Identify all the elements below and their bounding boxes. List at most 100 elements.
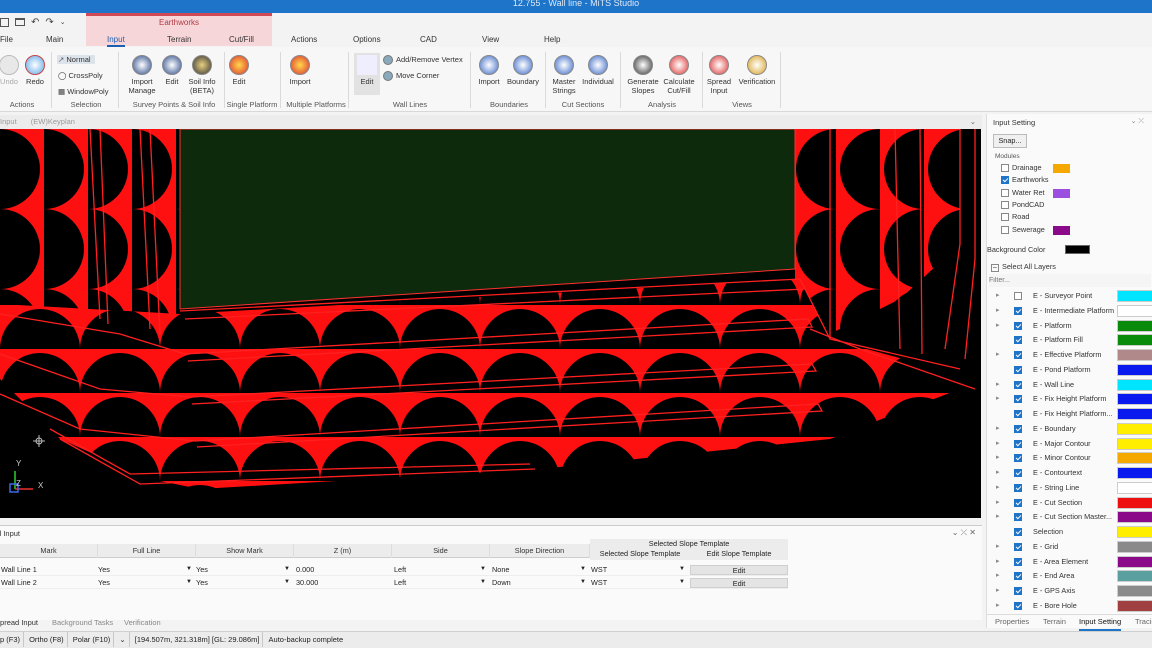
module-checkbox[interactable] <box>1001 213 1009 222</box>
tab-file[interactable]: File <box>0 35 13 44</box>
layer-color-swatch[interactable] <box>1117 422 1152 435</box>
expand-icon[interactable]: ▸ <box>996 378 1000 393</box>
module-item[interactable]: Water Ret <box>1001 187 1151 199</box>
edit-survey-button[interactable]: Edit <box>160 55 184 86</box>
col-z[interactable]: Z (m) <box>294 544 392 558</box>
layer-checkbox[interactable] <box>1014 395 1022 404</box>
verification-button[interactable]: Verification <box>736 55 778 86</box>
tab-verification[interactable]: Verification <box>124 618 161 627</box>
module-item[interactable]: PondCAD <box>1001 199 1151 211</box>
module-color-swatch[interactable] <box>1053 188 1070 198</box>
tab-tracing[interactable]: Tracing <box>1135 615 1152 629</box>
windowpoly-button[interactable]: ▦ WindowPoly <box>58 87 108 96</box>
layer-checkbox[interactable] <box>1014 601 1022 610</box>
tab-properties[interactable]: Properties <box>995 615 1029 629</box>
dropdown-arrow-icon[interactable]: ▼ <box>284 564 290 575</box>
cell-z[interactable]: 30.000 <box>296 577 392 588</box>
layer-checkbox[interactable] <box>1014 306 1022 315</box>
snap-button[interactable]: Snap... <box>993 134 1027 148</box>
expand-icon[interactable]: ▸ <box>996 540 1000 555</box>
layer-color-swatch[interactable] <box>1117 599 1152 612</box>
layer-color-swatch[interactable] <box>1117 378 1152 391</box>
dropdown-arrow-icon[interactable]: ▼ <box>186 577 192 588</box>
layer-item[interactable]: Selection <box>987 525 1152 540</box>
import-multiple-platforms-button[interactable]: Import <box>286 55 314 86</box>
layer-color-swatch[interactable] <box>1117 393 1152 406</box>
expand-icon[interactable]: ▸ <box>996 466 1000 481</box>
customize-icon[interactable]: ⌄ <box>60 18 66 26</box>
layer-color-swatch[interactable] <box>1117 585 1152 597</box>
layer-item[interactable]: ▸ E - Bore Hole <box>987 599 1152 614</box>
expand-icon[interactable]: ▸ <box>996 555 1000 570</box>
layer-item[interactable]: ▸ E - Cut Section <box>987 496 1152 511</box>
module-item[interactable]: Sewerage <box>1001 224 1151 236</box>
layer-checkbox[interactable] <box>1014 483 1022 492</box>
cell-show-mark[interactable]: Yes ▼ <box>196 577 294 588</box>
expand-icon[interactable]: ▸ <box>996 451 1000 466</box>
tab-terrain-panel[interactable]: Terrain <box>1043 615 1066 629</box>
layer-checkbox[interactable] <box>1014 572 1022 581</box>
layer-item[interactable]: ▸ E - Cut Section Master... <box>987 510 1152 525</box>
cad-canvas[interactable]: Y Z X <box>0 129 981 518</box>
edit-template-button[interactable]: Edit <box>690 577 788 588</box>
layer-color-swatch[interactable] <box>1117 452 1152 465</box>
module-item[interactable]: Earthworks <box>1001 174 1151 186</box>
edit-wall-line-button[interactable]: Edit <box>354 53 380 95</box>
module-checkbox[interactable] <box>1001 188 1009 197</box>
cell-slope-dir[interactable]: None ▼ <box>492 564 590 575</box>
col-template-sub1[interactable]: Selected Slope Template <box>590 549 690 560</box>
dropdown-arrow-icon[interactable]: ▼ <box>580 564 586 575</box>
expand-icon[interactable]: ▸ <box>996 599 1000 614</box>
module-checkbox[interactable] <box>1001 200 1009 209</box>
redo-button[interactable]: Redo <box>22 55 48 86</box>
tab-terrain[interactable]: Terrain <box>167 35 191 44</box>
layer-color-swatch[interactable] <box>1117 481 1152 494</box>
master-strings-button[interactable]: Master Strings <box>549 55 579 95</box>
layer-color-swatch[interactable] <box>1117 437 1152 450</box>
cell-side[interactable]: Left ▼ <box>394 564 490 575</box>
layer-color-swatch[interactable] <box>1117 349 1152 361</box>
module-color-swatch[interactable] <box>1053 225 1070 235</box>
ortho-toggle[interactable]: Ortho (F8) <box>26 632 68 647</box>
col-side[interactable]: Side <box>392 544 490 558</box>
panel-close-icon[interactable]: ✕ <box>969 528 976 537</box>
layer-color-swatch[interactable] <box>1117 526 1152 538</box>
layer-checkbox[interactable] <box>1014 351 1022 359</box>
module-checkbox[interactable] <box>1001 225 1009 234</box>
layer-item[interactable]: ▸ E - String Line <box>987 481 1152 496</box>
layer-checkbox[interactable] <box>1014 424 1022 433</box>
layer-color-swatch[interactable] <box>1117 334 1152 347</box>
tab-input-setting[interactable]: Input Setting <box>1079 615 1122 631</box>
tab-background-tasks[interactable]: Background Tasks <box>52 618 113 627</box>
dropdown-arrow-icon[interactable]: ▼ <box>679 577 685 588</box>
snap-toggle[interactable]: Snap (F3) <box>0 632 24 647</box>
module-checkbox[interactable] <box>1001 176 1009 185</box>
expand-icon[interactable]: ▸ <box>996 437 1000 452</box>
module-checkbox[interactable] <box>1001 164 1009 173</box>
table-row[interactable]: Wall Line 1 Yes ▼ Yes ▼ 0.000 Left ▼ None ▼ WST ▼ Ed… <box>0 564 788 576</box>
expand-icon[interactable]: ▸ <box>996 510 1000 525</box>
expand-icon[interactable]: ▸ <box>996 304 1000 319</box>
layer-checkbox[interactable] <box>1014 321 1022 330</box>
layer-color-swatch[interactable] <box>1117 555 1152 568</box>
expand-icon[interactable]: ▸ <box>996 319 1000 334</box>
soil-info-button[interactable]: Soil Info (BETA) <box>184 55 220 95</box>
col-selected-slope-template[interactable]: Selected Slope Template <box>590 539 788 549</box>
edit-single-platform-button[interactable]: Edit <box>226 55 252 86</box>
edit-template-button[interactable]: Edit <box>690 565 788 575</box>
crosspoly-button[interactable]: ◯ CrossPoly <box>58 71 103 80</box>
dropdown-arrow-icon[interactable]: ▼ <box>480 577 486 588</box>
normal-select-button[interactable]: ↗ Normal <box>57 55 95 64</box>
layer-item[interactable]: E - Platform Fill <box>987 333 1152 348</box>
layer-item[interactable]: ▸ E - Surveyor Point <box>987 289 1152 304</box>
cell-z[interactable]: 0.000 <box>296 564 392 575</box>
expand-icon[interactable]: ▸ <box>996 481 1000 496</box>
import-boundary-button[interactable]: Import <box>476 55 502 86</box>
tab-view[interactable]: View <box>482 35 499 44</box>
panel-pin-icon[interactable]: ⌄ ⤫ <box>1131 117 1144 126</box>
layer-color-swatch[interactable] <box>1117 570 1152 583</box>
layer-color-swatch[interactable] <box>1117 540 1152 553</box>
save-icon[interactable] <box>0 17 9 27</box>
layer-item[interactable]: ▸ E - Grid <box>987 540 1152 555</box>
dropdown-arrow-icon[interactable]: ▼ <box>186 564 192 575</box>
